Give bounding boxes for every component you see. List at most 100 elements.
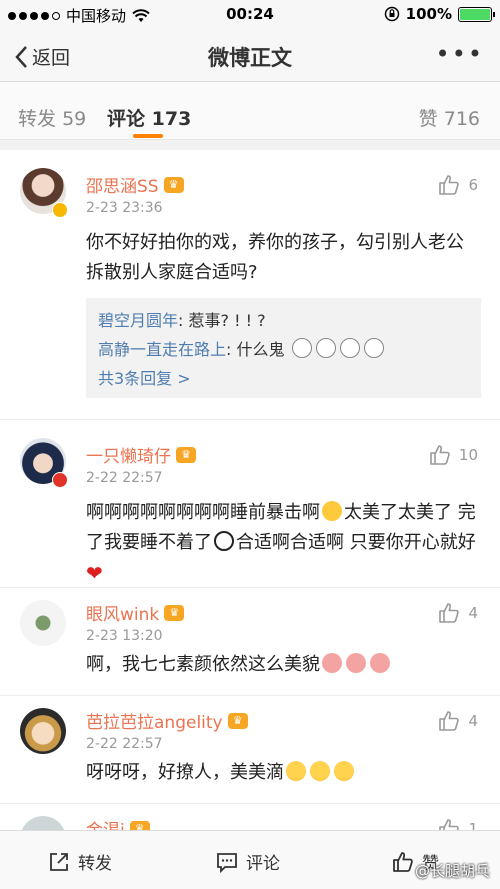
- smile-emoji-icon: [310, 761, 330, 781]
- active-tab-indicator: [133, 134, 163, 138]
- status-bar: 中国移动 00:24 100%: [0, 0, 500, 30]
- tab-bar: 转发 59 评论 173 赞 716: [0, 82, 500, 140]
- repost-label: 转发: [78, 854, 112, 874]
- tab-like[interactable]: 赞 716: [419, 104, 480, 131]
- battery-icon: [458, 6, 495, 22]
- battery-percent: 100%: [405, 5, 452, 23]
- divider: [0, 140, 500, 150]
- reply-text: 什么鬼: [236, 340, 285, 359]
- like-button[interactable]: 10: [429, 444, 478, 466]
- comment-text-part: 啊，我七七素颜依然这么美貌: [86, 654, 320, 675]
- avatar[interactable]: [20, 600, 66, 646]
- reply-user[interactable]: 高静一直走在路上: [98, 340, 226, 359]
- comment-author[interactable]: 芭拉芭拉angelity ♛: [86, 708, 248, 733]
- smile-emoji-icon: [334, 761, 354, 781]
- watermark: @长腿胡乓: [414, 862, 490, 880]
- more-replies-link[interactable]: 共3条回复 >: [98, 364, 469, 393]
- tab-repost-label: 转发: [18, 108, 57, 130]
- comment-text: 呀呀呀，好撩人，美美滴: [86, 758, 481, 788]
- thumbs-up-icon: [430, 445, 450, 465]
- like-button[interactable]: 4: [438, 710, 478, 732]
- shocked-emoji-icon: [339, 338, 360, 358]
- verified-badge-icon: [52, 472, 68, 488]
- comment-text: 你不好好拍你的戏，养你的孩子，勾引别人老公拆散别人家庭合适吗?: [86, 232, 464, 283]
- comment-item: 芭拉芭拉angelity ♛ 2-22 22:57 4 呀呀呀，好撩人，美美滴: [0, 696, 500, 804]
- author-name: 眼风wink: [86, 605, 160, 625]
- comment-time: 2-23 23:36: [86, 200, 163, 216]
- thumbs-up-icon: [439, 711, 460, 731]
- comment-text: 啊啊啊啊啊啊啊啊睡前暴击啊 太美了太美了 完了我要睡不着了 合适啊合适啊 只要你开心…: [86, 498, 481, 590]
- tab-comment[interactable]: 评论 173: [107, 104, 191, 131]
- like-button[interactable]: 4: [438, 602, 478, 624]
- tab-like-label: 赞: [418, 108, 438, 130]
- like-button[interactable]: 1: [438, 818, 478, 830]
- thumbs-up-icon: [439, 819, 460, 830]
- comment-text: 啊，我七七素颜依然这么美貌: [86, 650, 481, 680]
- reply-item: 高静一直走在路上: 什么鬼: [98, 335, 469, 364]
- thumbs-up-icon: [393, 851, 413, 872]
- avatar[interactable]: [20, 816, 66, 830]
- thumbs-up-icon: [439, 175, 460, 195]
- heart-icon: ❤: [86, 561, 103, 585]
- comment-author[interactable]: 金渴i ♛: [86, 816, 150, 830]
- like-count: 6: [468, 176, 478, 194]
- reply-item: 碧空月圆年: 惹事? ! ! ?: [98, 311, 266, 330]
- tab-comment-count: 173: [151, 108, 192, 130]
- comment-item: 金渴i ♛ 1: [0, 804, 500, 830]
- thumbs-up-icon: [439, 603, 460, 623]
- battery-area: 100%: [384, 5, 495, 23]
- shocked-emoji-icon: [363, 338, 384, 358]
- pig-emoji-icon: [370, 653, 390, 673]
- rotation-lock-icon: [384, 6, 399, 22]
- comment-item: 眼风wink ♛ 2-23 13:20 4 啊，我七七素颜依然这么美貌: [0, 588, 500, 696]
- tab-like-count: 716: [443, 108, 480, 130]
- vip-crown-icon: ♛: [164, 604, 185, 621]
- comment-time: 2-22 22:57: [86, 736, 163, 752]
- avatar[interactable]: [20, 708, 66, 754]
- panda-emoji-icon: [214, 531, 234, 551]
- like-count: 1: [468, 820, 478, 830]
- like-button[interactable]: 6: [438, 174, 478, 196]
- comment-icon: [217, 852, 237, 873]
- tab-repost[interactable]: 转发 59: [18, 104, 86, 131]
- nav-bar: 返回 微博正文 •••: [0, 30, 500, 82]
- reply-box[interactable]: 碧空月圆年: 惹事? ! ! ? 高静一直走在路上: 什么鬼 共3条回复 >: [86, 298, 481, 398]
- tab-comment-label: 评论: [107, 108, 146, 130]
- shocked-emoji-icon: [315, 338, 336, 358]
- comment-time: 2-22 22:57: [86, 470, 163, 486]
- shocked-emoji-icon: [291, 338, 312, 358]
- author-name: 邵思涵SS: [86, 177, 159, 197]
- vip-crown-icon: ♛: [163, 176, 184, 193]
- like-count: 4: [468, 712, 478, 730]
- comment-item: 邵思涵SS ♛ 2-23 23:36 6 你不好好拍你的戏，养你的孩子，勾引别人…: [0, 150, 500, 420]
- pig-emoji-icon: [346, 653, 366, 673]
- repost-button[interactable]: 转发: [48, 849, 112, 874]
- vip-crown-icon: ♛: [176, 446, 196, 463]
- comment-item: 一只懒琦仔 ♛ 2-22 22:57 10 啊啊啊啊啊啊啊啊睡前暴击啊 太美了太美…: [0, 420, 500, 588]
- comment-text-part: 啊啊啊啊啊啊啊啊睡前暴击啊: [86, 502, 320, 523]
- vip-crown-icon: ♛: [227, 712, 248, 729]
- comment-button[interactable]: 评论: [216, 849, 280, 874]
- author-name: 金渴i: [86, 816, 125, 830]
- author-name: 芭拉芭拉angelity: [86, 713, 223, 733]
- comment-author[interactable]: 一只懒琦仔 ♛: [86, 442, 196, 467]
- comment-time: 2-23 13:20: [86, 628, 163, 644]
- verified-badge-icon: [52, 202, 68, 218]
- comment-author[interactable]: 邵思涵SS ♛: [86, 172, 184, 197]
- author-name: 一只懒琦仔: [86, 447, 171, 467]
- reply-user[interactable]: 碧空月圆年: [98, 311, 178, 330]
- more-icon[interactable]: •••: [436, 40, 484, 68]
- page-title: 微博正文: [208, 46, 292, 70]
- tab-repost-count: 59: [62, 108, 87, 130]
- comment-text-part: 合适啊合适啊 只要你开心就好: [236, 532, 476, 553]
- smile-emoji-icon: [286, 761, 306, 781]
- reply-text: 惹事? ! ! ?: [188, 311, 266, 330]
- comment-text-part: 呀呀呀，好撩人，美美滴: [86, 762, 284, 783]
- vip-crown-icon: ♛: [129, 820, 150, 830]
- pig-emoji-icon: [322, 653, 342, 673]
- like-count: 10: [458, 446, 478, 464]
- comment-author[interactable]: 眼风wink ♛: [86, 600, 185, 625]
- like-count: 4: [468, 604, 478, 622]
- heart-eyes-emoji-icon: [322, 501, 342, 521]
- repost-icon: [50, 852, 68, 871]
